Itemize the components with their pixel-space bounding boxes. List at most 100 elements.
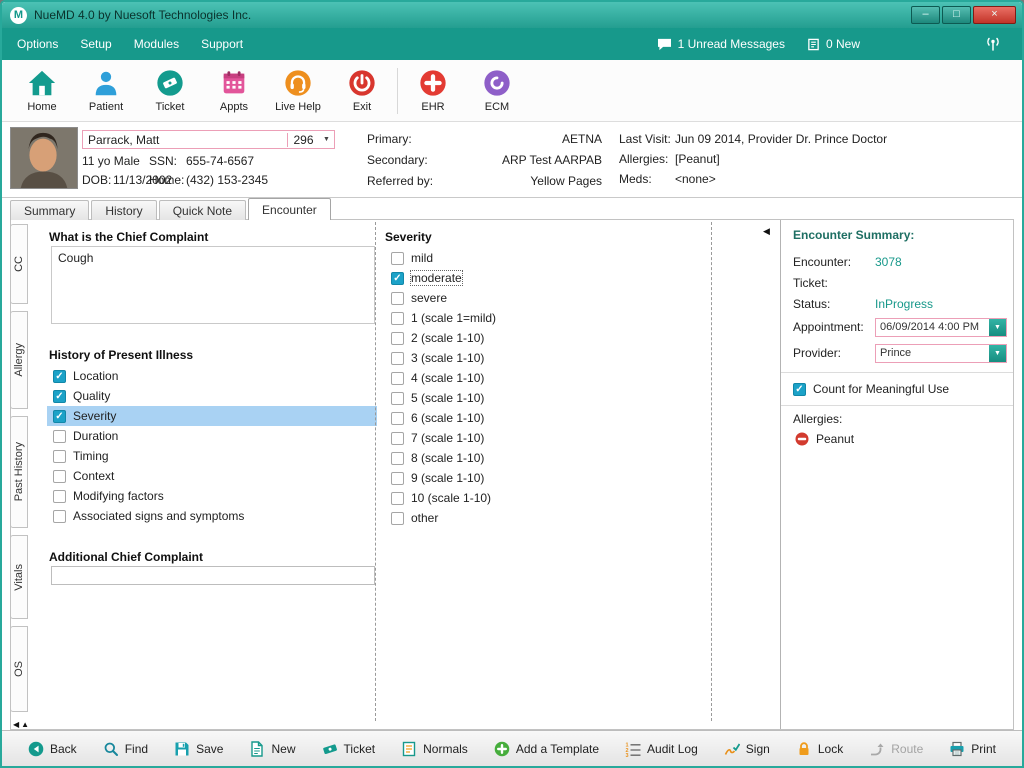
bottom-button-ticket[interactable]: Ticket [322,741,376,757]
side-tab-cc[interactable]: CC [10,224,28,304]
checkbox[interactable] [391,512,404,525]
chevron-down-icon[interactable]: ▼ [989,345,1006,362]
checkbox[interactable] [391,292,404,305]
severity-item-10-scale-1-10-[interactable]: 10 (scale 1-10) [385,488,695,508]
tab-summary[interactable]: Summary [10,200,89,220]
menu-item-setup[interactable]: Setup [69,28,122,60]
severity-item-8-scale-1-10-[interactable]: 8 (scale 1-10) [385,448,695,468]
patient-name-field[interactable]: Parrack, Matt 296 ▼ [82,130,335,149]
hpi-item-quality[interactable]: Quality [47,386,377,406]
tab-history[interactable]: History [91,200,156,220]
toolbar-button-home[interactable]: Home [10,68,74,113]
checkbox[interactable] [391,412,404,425]
tab-encounter[interactable]: Encounter [248,198,331,220]
signal-icon[interactable] [982,36,1004,52]
toolbar-button-appts[interactable]: Appts [202,68,266,113]
tab-quick-note[interactable]: Quick Note [159,200,246,220]
hpi-item-associated-signs-and-symptoms[interactable]: Associated signs and symptoms [47,506,377,526]
chevron-down-icon[interactable]: ▼ [319,136,334,143]
new-items-button[interactable]: 0 New [807,37,860,51]
hpi-item-location[interactable]: Location [47,366,377,386]
checkbox[interactable] [391,452,404,465]
bottom-button-sign[interactable]: Sign [724,741,770,757]
bottom-button-route: Route [869,741,923,757]
bottom-button-add-a-template[interactable]: Add a Template [494,741,599,757]
severity-item-9-scale-1-10-[interactable]: 9 (scale 1-10) [385,468,695,488]
chevron-down-icon[interactable]: ▼ [989,319,1006,336]
hpi-item-timing[interactable]: Timing [47,446,377,466]
meaningful-use-checkbox[interactable] [793,383,806,396]
checkbox[interactable] [391,392,404,405]
severity-item-other[interactable]: other [385,508,695,528]
meaningful-use-row[interactable]: Count for Meaningful Use [793,379,1007,399]
additional-cc-input[interactable] [51,566,375,585]
bottom-button-audit-log[interactable]: 123Audit Log [625,741,698,757]
checkbox[interactable] [391,372,404,385]
collapse-panel-arrow[interactable]: ◀ [763,226,770,237]
checkbox[interactable] [391,332,404,345]
toolbar-button-patient[interactable]: Patient [74,68,138,113]
toolbar-button-ticket[interactable]: Ticket [138,68,202,113]
checkbox-label: 1 (scale 1=mild) [411,311,496,325]
checkbox[interactable] [53,410,66,423]
checkbox[interactable] [53,470,66,483]
close-button[interactable]: × [973,6,1016,24]
menu-item-support[interactable]: Support [190,28,254,60]
checkbox[interactable] [391,352,404,365]
chief-complaint-textarea[interactable]: Cough [51,246,375,324]
checkbox[interactable] [391,472,404,485]
severity-item-mild[interactable]: mild [385,248,695,268]
sign-icon [724,741,740,757]
checkbox[interactable] [53,510,66,523]
checkbox[interactable] [53,450,66,463]
bottom-button-save[interactable]: Save [174,741,223,757]
hpi-item-severity[interactable]: Severity [47,406,377,426]
scroll-arrows[interactable]: ◀▲ [13,720,31,729]
checkbox[interactable] [391,432,404,445]
bottom-button-new[interactable]: New [249,741,295,757]
severity-item-2-scale-1-10-[interactable]: 2 (scale 1-10) [385,328,695,348]
checkbox[interactable] [391,272,404,285]
menu-item-options[interactable]: Options [6,28,69,60]
hpi-item-context[interactable]: Context [47,466,377,486]
bottom-button-print[interactable]: Print [949,741,996,757]
side-tab-past-history[interactable]: Past History [10,416,28,528]
bottom-button-find[interactable]: Find [103,741,148,757]
toolbar-button-exit[interactable]: Exit [330,68,394,113]
checkbox[interactable] [391,492,404,505]
side-tab-allergy[interactable]: Allergy [10,311,28,409]
menu-item-modules[interactable]: Modules [123,28,190,60]
severity-item-moderate[interactable]: moderate [385,268,695,288]
severity-item-1-scale-1-mild-[interactable]: 1 (scale 1=mild) [385,308,695,328]
side-tab-vitals[interactable]: Vitals [10,535,28,619]
unread-messages-button[interactable]: 1 Unread Messages [657,37,785,51]
hpi-item-modifying-factors[interactable]: Modifying factors [47,486,377,506]
severity-item-4-scale-1-10-[interactable]: 4 (scale 1-10) [385,368,695,388]
normals-icon [401,741,417,757]
severity-item-severe[interactable]: severe [385,288,695,308]
severity-item-3-scale-1-10-[interactable]: 3 (scale 1-10) [385,348,695,368]
checkbox[interactable] [391,252,404,265]
severity-item-6-scale-1-10-[interactable]: 6 (scale 1-10) [385,408,695,428]
patient-photo[interactable] [10,127,78,189]
toolbar-button-live-help[interactable]: Live Help [266,68,330,113]
side-tab-os[interactable]: OS [10,626,28,712]
checkbox[interactable] [53,430,66,443]
status-label: Status: [793,297,875,311]
bottom-button-lock[interactable]: Lock [796,741,843,757]
severity-item-7-scale-1-10-[interactable]: 7 (scale 1-10) [385,428,695,448]
provider-select[interactable]: Prince ▼ [875,344,1007,363]
toolbar-button-ecm[interactable]: ECM [465,68,529,113]
bottom-button-normals[interactable]: Normals [401,741,468,757]
bottom-button-back[interactable]: Back [28,741,77,757]
minimize-button[interactable]: – [911,6,940,24]
checkbox[interactable] [53,490,66,503]
checkbox[interactable] [53,390,66,403]
hpi-item-duration[interactable]: Duration [47,426,377,446]
toolbar-button-ehr[interactable]: EHR [401,68,465,113]
appointment-select[interactable]: 06/09/2014 4:00 PM ▼ [875,318,1007,337]
checkbox[interactable] [53,370,66,383]
severity-item-5-scale-1-10-[interactable]: 5 (scale 1-10) [385,388,695,408]
checkbox[interactable] [391,312,404,325]
maximize-button[interactable]: □ [942,6,971,24]
